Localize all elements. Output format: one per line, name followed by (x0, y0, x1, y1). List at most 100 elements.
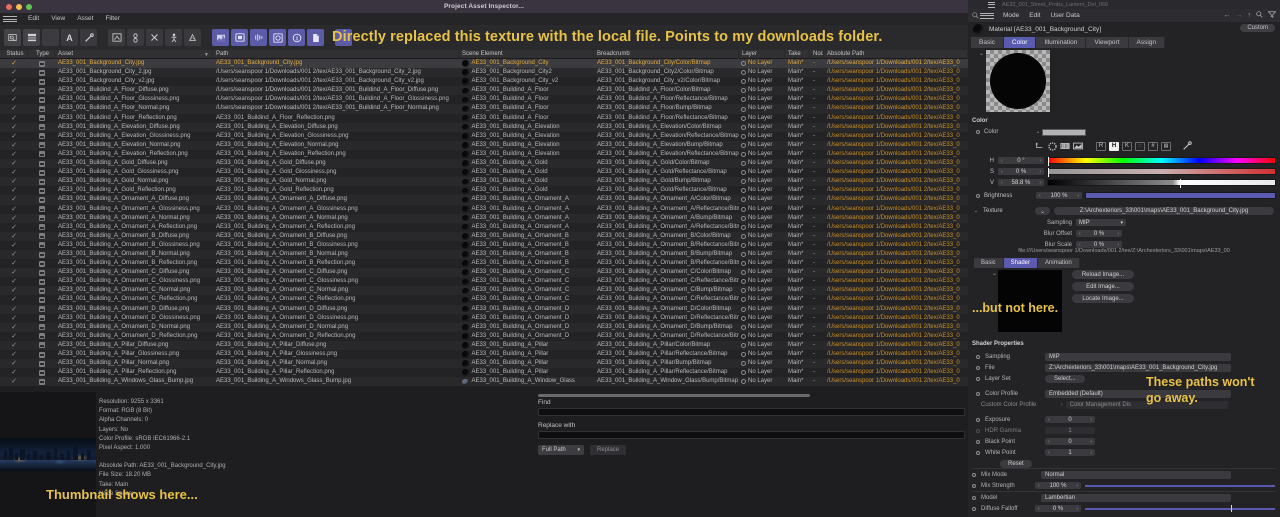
prop-color-profile-dot-icon[interactable] (976, 391, 980, 396)
menu-item-edit[interactable]: Edit (22, 13, 45, 25)
tab-hamburger-icon[interactable] (988, 1, 995, 8)
table-row[interactable]: ✓ AE33_001_Building_A_Elevation_Reflectio… (0, 149, 968, 160)
hue-slider-knob[interactable] (1048, 157, 1049, 166)
filter-document-icon[interactable] (307, 29, 324, 46)
object-tab-strip[interactable]: AE33_001_Street_Probs_Lantern_Del_066 (968, 0, 1280, 9)
column-header-type[interactable]: Type (28, 50, 55, 59)
row-status-check[interactable]: ✓ (0, 195, 28, 204)
color-spectrum-icon[interactable] (1060, 142, 1070, 151)
column-header-node[interactable]: Nod (810, 50, 824, 59)
row-status-check[interactable]: ✓ (0, 168, 28, 177)
inspector-hamburger-icon[interactable] (980, 12, 994, 19)
stack-layers-icon[interactable] (23, 29, 40, 46)
menu-item-filter[interactable]: Filter (99, 13, 125, 25)
hamburger-icon[interactable] (3, 16, 17, 22)
prop-black-point-dot-icon[interactable] (976, 439, 980, 444)
table-row[interactable]: ✓ AE33_001_Building_A_Ornament_D_Diffuse.… (0, 304, 968, 314)
prop-sampling-dot-icon[interactable] (976, 354, 980, 359)
channel-hex-icon[interactable]: # (1148, 141, 1158, 151)
shader-preview-caret-icon[interactable]: ⌄ (992, 270, 997, 277)
table-row[interactable]: ✓ AE33_001_Building_A_Ornament_D_Reflecti… (0, 331, 968, 341)
shader-tab-shader[interactable]: Shader (1003, 258, 1039, 268)
diffuse-falloff-increment-icon[interactable]: › (1076, 506, 1078, 512)
filter-audio-icon[interactable] (250, 29, 267, 46)
prop-white-point-stepper[interactable]: ‹ 1 › (1045, 449, 1095, 456)
saturation-stepper[interactable]: ‹ 0 % › (998, 168, 1044, 175)
mix-mode-dot-icon[interactable] (972, 472, 976, 477)
forward-arrow-icon[interactable]: → (1236, 12, 1243, 19)
color-wheel-icon[interactable] (1047, 141, 1057, 151)
mix-strength-decrement-icon[interactable]: ‹ (1038, 483, 1040, 489)
frame-select-icon[interactable] (108, 29, 125, 46)
scope-select[interactable]: Full Path ▾ (538, 445, 584, 455)
column-header-take[interactable]: Take (785, 50, 810, 59)
filter-image-icon[interactable] (212, 29, 229, 46)
row-status-check[interactable]: ✓ (0, 186, 28, 195)
table-row[interactable]: ✓ AE33_001_Building_A_Ornament_A_Reflecti… (0, 222, 968, 232)
row-status-check[interactable]: ✓ (0, 132, 28, 141)
table-row[interactable]: ✓ AE33_001_Buildind_A_Floor_Glossiness.pn… (0, 95, 968, 105)
prop-custom-color-profile-value[interactable]: Color Management Dis (1065, 400, 1228, 409)
blur-offset-stepper[interactable]: ‹ 0 % › (1076, 230, 1122, 237)
saturation-slider-knob[interactable] (1048, 168, 1049, 177)
replace-input[interactable] (538, 431, 965, 439)
color-value-swatch[interactable] (1042, 128, 1087, 136)
horizontal-scrollbar[interactable] (538, 394, 810, 397)
prop-exposure-dot-icon[interactable] (976, 417, 980, 422)
row-status-check[interactable]: ✓ (0, 359, 28, 368)
row-status-check[interactable]: ✓ (0, 123, 28, 132)
blur-scale-increment-icon[interactable]: › (1117, 242, 1119, 248)
table-row[interactable]: ✓ AE33_001_Building_A_Ornament_B_Diffuse.… (0, 231, 968, 241)
row-status-check[interactable]: ✓ (0, 305, 28, 314)
table-row[interactable]: ✓ AE33_001_Building_A_Ornament_A_Glossine… (0, 204, 968, 214)
table-row[interactable]: ✓ AE33_001_Building_A_Ornament_C_Normal.p… (0, 286, 968, 296)
row-status-check[interactable]: ✓ (0, 205, 28, 214)
table-row[interactable]: ✓ AE33_001_Building_A_Pillar_Glossiness.p… (0, 350, 968, 360)
row-status-check[interactable]: ✓ (0, 314, 28, 323)
prop-file-dot-icon[interactable] (976, 365, 980, 370)
link-icon[interactable] (127, 29, 144, 46)
reload-image-button[interactable]: Reload Image... (1072, 270, 1134, 279)
column-header-status[interactable]: Status (0, 50, 28, 59)
column-header-absolute-path[interactable]: Absolute Path (824, 50, 968, 59)
channel-k-icon[interactable]: K (1122, 141, 1132, 151)
value-gradient-slider[interactable] (1047, 179, 1276, 188)
row-status-check[interactable]: ✓ (0, 114, 28, 123)
inspector-menu-edit[interactable]: Edit (1024, 12, 1045, 19)
table-row[interactable]: ✓ AE33_001_Building_A_Gold_Glossiness.png… (0, 168, 968, 178)
row-status-check[interactable]: ✓ (0, 77, 28, 86)
row-status-check[interactable]: ✓ (0, 59, 28, 68)
triangle-mesh-icon[interactable] (184, 29, 201, 46)
brightness-stepper[interactable]: ‹ 100 % › (1036, 192, 1082, 199)
table-row[interactable]: ✓ AE33_001_Building_A_Pillar_Diffuse.png A… (0, 340, 968, 350)
text-tool-icon[interactable]: A (61, 29, 78, 46)
table-row[interactable]: ✓ AE33_001_Building_A_Gold_Diffuse.png AE3… (0, 159, 968, 169)
prop-black-point-stepper[interactable]: ‹ 0 › (1045, 438, 1095, 445)
row-status-check[interactable]: ✓ (0, 68, 28, 77)
row-status-check[interactable]: ✓ (0, 86, 28, 95)
mix-strength-slider[interactable] (1085, 484, 1275, 487)
black-point-decrement-icon[interactable]: ‹ (1048, 439, 1050, 445)
blur-scale-decrement-icon[interactable]: ‹ (1079, 242, 1081, 248)
row-status-check[interactable]: ✓ (0, 268, 28, 277)
texture-path-field[interactable]: Z:\Archexteriors_33\001\maps\AE33_001_Ba… (1054, 207, 1274, 215)
row-status-check[interactable]: ✓ (0, 323, 28, 332)
table-row[interactable]: ✓ AE33_001_Building_A_Ornament_B_Normal.p… (0, 249, 968, 260)
white-point-increment-icon[interactable]: › (1090, 450, 1092, 456)
model-value[interactable]: Lambertian (1041, 493, 1231, 502)
color-keyframe-dot-icon[interactable] (976, 130, 980, 134)
table-row[interactable]: ✓ AE33_001_Building_A_Ornament_C_Glossine… (0, 277, 968, 287)
row-status-check[interactable]: ✓ (0, 368, 28, 377)
tab-assign[interactable]: Assign (1128, 37, 1166, 48)
value-stepper[interactable]: ‹ 58.8 % › (998, 179, 1044, 186)
diffuse-falloff-decrement-icon[interactable]: ‹ (1038, 506, 1040, 512)
table-row[interactable]: ✓ AE33_001_Buildind_A_Floor_Normal.png/Us… (0, 104, 968, 114)
diffuse-falloff-slider[interactable] (1085, 504, 1275, 512)
layer-set-select-button[interactable]: Select... (1045, 374, 1085, 383)
table-row[interactable]: ✓ AE33_001_Background_City_2.jpg/Users/se… (0, 68, 968, 78)
filter-info-icon[interactable] (288, 29, 305, 46)
model-dot-icon[interactable] (972, 495, 976, 500)
column-header-breadcrumb[interactable]: Breadcrumb (594, 50, 739, 59)
hue-increment-icon[interactable]: › (1039, 158, 1041, 164)
tab-viewport[interactable]: Viewport (1086, 37, 1129, 48)
